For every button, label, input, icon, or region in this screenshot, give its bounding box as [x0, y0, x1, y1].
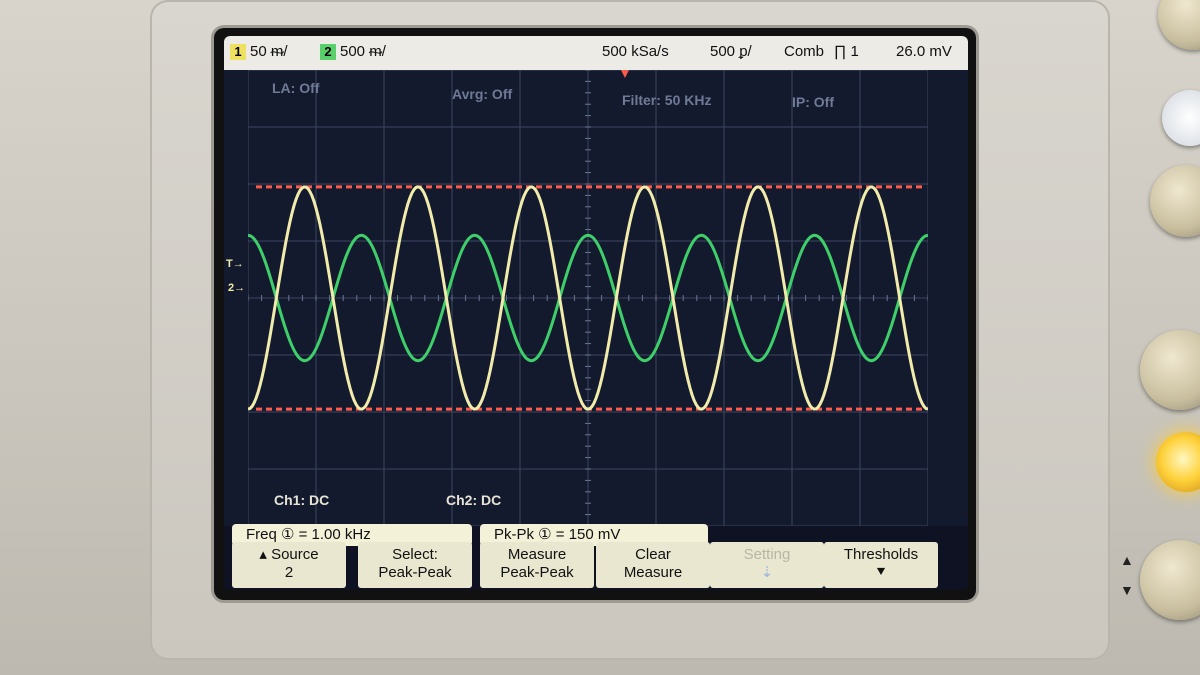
oscilloscope-screen: 1 50 ᵯ/ 2 500 ᵯ/ 500 kSa/s 500 ᵱ/ Comb ∏ 1… [224, 36, 968, 590]
ch2-coupling: Ch2: DC [446, 492, 502, 508]
timebase[interactable]: 500 ᵱ/ [710, 43, 752, 60]
measure-value: Peak-Peak [500, 564, 574, 581]
softkey-bar: Freq ① = 1.00 kHz Pk-Pk ① = 150 mV ▴ Sou… [224, 524, 968, 590]
waveform-plot [248, 70, 928, 526]
trigger-mode[interactable]: Comb [784, 43, 824, 60]
clear-label: Clear [635, 546, 671, 563]
filter-status: Filter: 50 KHz [622, 92, 712, 108]
ch1-indicator: 1 [230, 44, 246, 60]
select-label: Select: [392, 546, 438, 563]
setting-arrow-icon: ⇣ [760, 564, 774, 581]
up-arrow-icon: ▲ [1120, 552, 1134, 568]
trigger-position-marker [621, 70, 629, 78]
trigger-level: 26.0 mV [896, 43, 952, 60]
graticule [248, 70, 928, 526]
ip-status: IP: Off [792, 94, 834, 110]
ch2-ground-marker: 2→ [228, 282, 246, 294]
ch1-ground-marker: T→ [226, 258, 244, 270]
clear-value: Measure [623, 564, 683, 581]
sample-rate: 500 kSa/s [602, 43, 669, 60]
measure-softkey[interactable]: Measure Peak-Peak [480, 542, 594, 588]
ch1-scale-group[interactable]: 1 50 ᵯ/ [230, 43, 288, 60]
thresholds-label: Thresholds [843, 546, 919, 563]
avg-status: Avrg: Off [452, 86, 513, 102]
thresholds-softkey[interactable]: Thresholds ⯆ [824, 542, 938, 588]
trigger-source: ∏ 1 [834, 43, 859, 60]
down-arrow-icon: ▼ [1120, 582, 1134, 598]
ch2-scale-group[interactable]: 2 500 ᵯ/ [320, 43, 386, 60]
setting-label: Setting [743, 546, 791, 563]
select-value: Peak-Peak [378, 564, 452, 581]
ch1-scale: 50 ᵯ/ [250, 43, 288, 60]
ch2-scale: 500 ᵯ/ [340, 43, 386, 60]
select-softkey[interactable]: Select: Peak-Peak [358, 542, 472, 588]
setting-softkey[interactable]: Setting ⇣ [710, 542, 824, 588]
source-softkey[interactable]: ▴ Source 2 [232, 542, 346, 588]
ch1-coupling: Ch1: DC [274, 492, 330, 508]
thresholds-arrow-icon: ⯆ [874, 564, 887, 581]
ch2-indicator: 2 [320, 44, 336, 60]
source-value: 2 [284, 564, 294, 581]
measure-label: Measure [507, 546, 567, 563]
clear-measure-softkey[interactable]: Clear Measure [596, 542, 710, 588]
source-label: ▴ Source [259, 546, 319, 563]
la-status: LA: Off [272, 80, 320, 96]
status-bar: 1 50 ᵯ/ 2 500 ᵯ/ 500 kSa/s 500 ᵱ/ Comb ∏ 1… [224, 36, 968, 70]
